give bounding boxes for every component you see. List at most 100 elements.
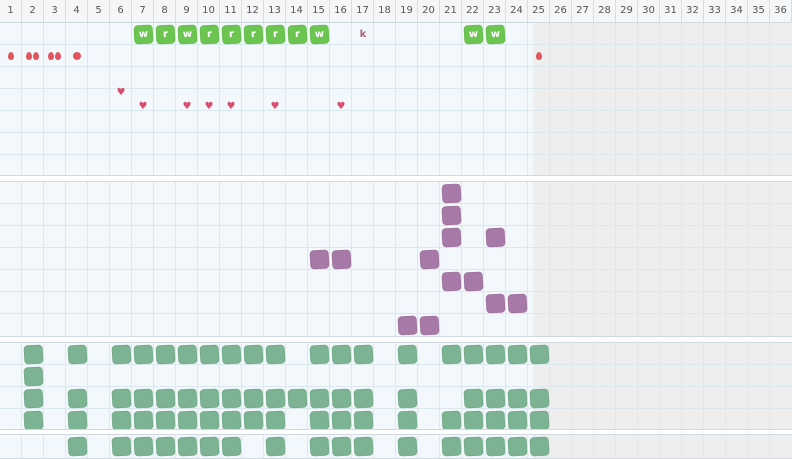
event-blob[interactable] xyxy=(265,410,285,429)
column-header-7[interactable]: 7 xyxy=(132,0,154,22)
event-blob[interactable] xyxy=(287,388,307,408)
column-header-18[interactable]: 18 xyxy=(374,0,396,22)
event-blob[interactable] xyxy=(331,388,351,408)
column-header-1[interactable]: 1 xyxy=(0,0,22,22)
event-blob[interactable] xyxy=(111,388,131,408)
column-header-26[interactable]: 26 xyxy=(550,0,572,22)
event-blob[interactable] xyxy=(111,344,131,364)
event-blob[interactable] xyxy=(67,436,87,456)
event-blob[interactable] xyxy=(177,344,197,364)
event-blob[interactable] xyxy=(485,410,505,429)
column-header-21[interactable]: 21 xyxy=(440,0,462,22)
event-blob[interactable] xyxy=(133,388,153,408)
column-header-23[interactable]: 23 xyxy=(484,0,506,22)
event-blob[interactable]: r xyxy=(243,24,263,44)
event-blob[interactable] xyxy=(463,436,483,456)
event-blob[interactable] xyxy=(529,436,549,456)
event-blob[interactable]: w xyxy=(309,24,329,44)
column-header-25[interactable]: 25 xyxy=(528,0,550,22)
event-blob[interactable] xyxy=(529,388,549,408)
event-blob[interactable] xyxy=(397,410,417,429)
event-blob[interactable] xyxy=(243,410,263,429)
column-header-3[interactable]: 3 xyxy=(44,0,66,22)
event-blob[interactable] xyxy=(67,344,87,364)
event-blob[interactable] xyxy=(441,410,461,429)
event-blob[interactable] xyxy=(23,366,43,386)
event-blob[interactable] xyxy=(243,388,263,408)
event-blob[interactable] xyxy=(309,344,329,364)
event-blob[interactable] xyxy=(441,271,461,291)
event-blob[interactable] xyxy=(155,344,175,364)
event-blob[interactable] xyxy=(221,436,241,456)
event-blob[interactable]: w xyxy=(463,24,483,44)
event-blob[interactable] xyxy=(265,436,285,456)
event-blob[interactable] xyxy=(177,436,197,456)
event-blob[interactable] xyxy=(199,344,219,364)
column-header-11[interactable]: 11 xyxy=(220,0,242,22)
event-blob[interactable] xyxy=(133,436,153,456)
column-header-29[interactable]: 29 xyxy=(616,0,638,22)
event-blob[interactable] xyxy=(397,344,417,364)
dot-icon[interactable] xyxy=(73,52,81,60)
event-blob[interactable] xyxy=(463,271,483,291)
event-blob[interactable] xyxy=(529,344,549,364)
event-blob[interactable] xyxy=(67,388,87,408)
event-blob[interactable] xyxy=(265,388,285,408)
event-blob[interactable] xyxy=(441,344,461,364)
column-header-20[interactable]: 20 xyxy=(418,0,440,22)
drop-icon[interactable] xyxy=(536,52,542,60)
event-blob[interactable] xyxy=(221,388,241,408)
column-header-24[interactable]: 24 xyxy=(506,0,528,22)
event-blob[interactable] xyxy=(463,344,483,364)
event-blob[interactable] xyxy=(331,249,351,269)
event-blob[interactable] xyxy=(441,436,461,456)
column-header-12[interactable]: 12 xyxy=(242,0,264,22)
event-blob[interactable] xyxy=(243,344,263,364)
drop-icon[interactable] xyxy=(54,52,61,60)
column-header-30[interactable]: 30 xyxy=(638,0,660,22)
event-blob[interactable] xyxy=(485,227,505,247)
event-blob[interactable] xyxy=(309,388,329,408)
event-blob[interactable] xyxy=(199,436,219,456)
column-header-6[interactable]: 6 xyxy=(110,0,132,22)
event-blob[interactable] xyxy=(155,388,175,408)
event-blob[interactable] xyxy=(221,344,241,364)
column-header-33[interactable]: 33 xyxy=(704,0,726,22)
event-blob[interactable] xyxy=(111,410,131,429)
column-header-10[interactable]: 10 xyxy=(198,0,220,22)
event-blob[interactable] xyxy=(419,249,439,269)
column-header-34[interactable]: 34 xyxy=(726,0,748,22)
drop-icon[interactable] xyxy=(25,52,32,60)
event-blob[interactable] xyxy=(353,388,373,408)
event-blob[interactable] xyxy=(353,344,373,364)
event-blob[interactable] xyxy=(397,315,417,335)
event-blob[interactable] xyxy=(309,436,329,456)
column-header-36[interactable]: 36 xyxy=(770,0,792,22)
event-blob[interactable]: w xyxy=(485,24,505,44)
column-header-22[interactable]: 22 xyxy=(462,0,484,22)
event-blob[interactable] xyxy=(507,388,527,408)
event-blob[interactable] xyxy=(331,436,351,456)
event-blob[interactable] xyxy=(353,410,373,429)
event-blob[interactable] xyxy=(155,410,175,429)
event-blob[interactable] xyxy=(177,410,197,429)
event-blob[interactable] xyxy=(397,388,417,408)
column-header-19[interactable]: 19 xyxy=(396,0,418,22)
event-blob[interactable] xyxy=(67,410,87,429)
event-blob[interactable] xyxy=(353,436,373,456)
event-blob[interactable] xyxy=(265,344,285,364)
event-blob[interactable] xyxy=(177,388,197,408)
drop-icon[interactable] xyxy=(32,52,39,60)
event-blob[interactable] xyxy=(507,410,527,429)
column-header-28[interactable]: 28 xyxy=(594,0,616,22)
event-blob[interactable] xyxy=(507,436,527,456)
event-blob[interactable]: r xyxy=(199,24,219,44)
event-blob[interactable] xyxy=(419,315,439,335)
column-header-13[interactable]: 13 xyxy=(264,0,286,22)
event-blob[interactable] xyxy=(463,388,483,408)
event-blob[interactable] xyxy=(485,388,505,408)
event-blob[interactable]: r xyxy=(221,24,241,44)
column-header-31[interactable]: 31 xyxy=(660,0,682,22)
heart-icon[interactable]: ♥ xyxy=(269,101,281,112)
event-blob[interactable] xyxy=(441,205,461,225)
